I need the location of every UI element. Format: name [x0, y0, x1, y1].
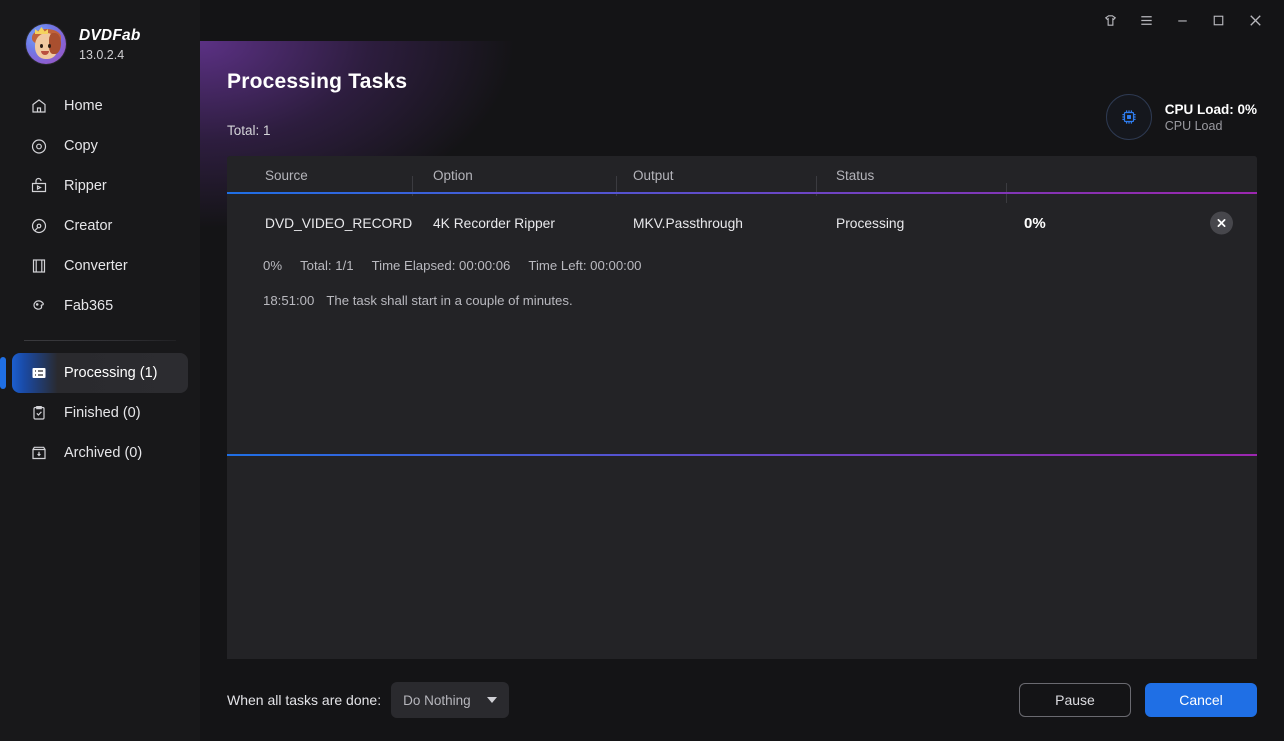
converter-icon	[30, 257, 48, 275]
close-icon[interactable]	[1236, 5, 1274, 37]
close-task-icon[interactable]	[1210, 211, 1233, 235]
sidebar-item-label: Processing (1)	[64, 365, 158, 381]
copy-disc-icon	[30, 137, 48, 155]
column-header-option[interactable]: Option	[412, 168, 616, 196]
cpu-chip-icon	[1122, 110, 1136, 124]
total-count: Total: 1	[227, 123, 271, 138]
processing-list-icon	[30, 364, 48, 382]
bottom-bar: When all tasks are done: Do Nothing Paus…	[200, 659, 1284, 741]
log-timestamp: 18:51:00	[263, 293, 315, 308]
column-header-source[interactable]: Source	[227, 168, 412, 183]
sidebar-item-processing[interactable]: Processing (1)	[0, 353, 188, 393]
detail-time-left: Time Left: 00:00:00	[528, 258, 642, 273]
archive-box-icon	[30, 444, 48, 462]
table-row[interactable]: DVD_VIDEO_RECORDE… 4K Recorder Ripper MK…	[227, 194, 1257, 252]
home-icon	[30, 97, 48, 115]
cpu-load-ring	[1105, 94, 1152, 140]
dvdfab-window: DVDFab 13.0.2.4 Home Copy Ripper Creator…	[0, 0, 1284, 741]
main-area: Processing Tasks Total: 1 CPU Load: 0% C…	[200, 0, 1284, 741]
fab365-icon	[30, 297, 48, 315]
titlebar	[200, 0, 1284, 41]
page-title: Processing Tasks	[227, 70, 408, 93]
maximize-icon[interactable]	[1200, 5, 1236, 37]
detail-elapsed: Time Elapsed: 00:00:06	[371, 258, 511, 273]
app-version: 13.0.2.4	[79, 47, 125, 62]
cell-source: DVD_VIDEO_RECORDE…	[265, 215, 412, 231]
sidebar-item-fab365[interactable]: Fab365	[12, 286, 188, 326]
column-header-status[interactable]: Status	[816, 168, 1006, 196]
task-detail: 0% Total: 1/1 Time Elapsed: 00:00:06 Tim…	[227, 252, 1257, 308]
cpu-load-value: CPU Load: 0%	[1164, 101, 1257, 117]
sidebar-item-label: Finished (0)	[64, 405, 141, 421]
sidebar-item-label: Archived (0)	[64, 445, 143, 461]
task-panel: Source Option Output Status DVD_VIDEO_RE…	[227, 156, 1257, 700]
sidebar-item-creator[interactable]: Creator	[12, 206, 188, 246]
cpu-load-widget: CPU Load: 0% CPU Load	[1105, 94, 1257, 140]
cell-option: 4K Recorder Ripper	[433, 215, 555, 231]
sidebar-item-label: Home	[64, 98, 103, 114]
cpu-load-label: CPU Load	[1164, 118, 1223, 133]
column-header-output[interactable]: Output	[616, 168, 816, 196]
sidebar-item-home[interactable]: Home	[12, 86, 188, 126]
creator-disc-icon	[30, 217, 48, 235]
sidebar-item-label: Converter	[64, 258, 128, 274]
brand: DVDFab 13.0.2.4	[0, 0, 200, 72]
detail-progress: 0%	[263, 258, 283, 273]
detail-total: Total: 1/1	[300, 258, 354, 273]
cell-status: Processing	[836, 215, 905, 231]
cancel-button[interactable]: Cancel	[1145, 683, 1257, 717]
sidebar-nav: Home Copy Ripper Creator Converter Fab36…	[0, 72, 200, 473]
theme-icon[interactable]	[1092, 5, 1128, 37]
sidebar-item-ripper[interactable]: Ripper	[12, 166, 188, 206]
pause-button[interactable]: Pause	[1019, 683, 1131, 717]
when-done-label: When all tasks are done:	[227, 692, 382, 708]
clipboard-check-icon	[30, 404, 48, 422]
minimize-icon[interactable]	[1164, 5, 1200, 37]
log-message: The task shall start in a couple of minu…	[326, 293, 573, 308]
when-done-value: Do Nothing	[403, 692, 471, 708]
ripper-icon	[30, 177, 48, 195]
sidebar: DVDFab 13.0.2.4 Home Copy Ripper Creator…	[0, 0, 200, 741]
when-done-select[interactable]: Do Nothing	[391, 682, 510, 718]
sidebar-item-finished[interactable]: Finished (0)	[12, 393, 188, 433]
sidebar-item-copy[interactable]: Copy	[12, 126, 188, 166]
cell-output: MKV.Passthrough	[633, 215, 743, 231]
sidebar-item-label: Copy	[64, 138, 98, 154]
sidebar-divider	[24, 340, 176, 341]
sidebar-item-converter[interactable]: Converter	[12, 246, 188, 286]
app-logo-avatar	[26, 24, 66, 64]
chevron-down-icon	[487, 697, 498, 703]
sidebar-item-label: Fab365	[64, 298, 114, 314]
sidebar-item-archived[interactable]: Archived (0)	[12, 433, 188, 473]
content-area: Processing Tasks Total: 1 CPU Load: 0% C…	[200, 41, 1284, 741]
sidebar-item-label: Creator	[64, 218, 113, 234]
sidebar-item-label: Ripper	[64, 178, 107, 194]
menu-icon[interactable]	[1128, 5, 1164, 37]
table-header: Source Option Output Status	[227, 156, 1257, 203]
app-name: DVDFab	[79, 26, 141, 44]
